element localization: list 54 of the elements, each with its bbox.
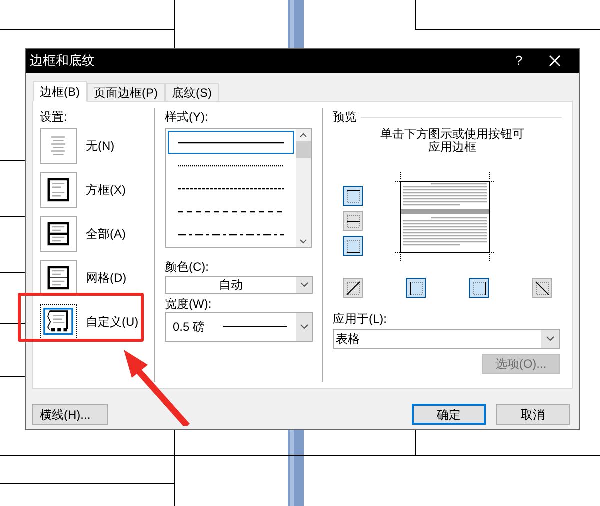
- setting-option[interactable]: [40, 304, 77, 340]
- preview-label: 预览: [333, 110, 357, 124]
- line-style-icon: [178, 188, 284, 190]
- width-label: 宽度(W):: [165, 297, 213, 311]
- border-toggle-button[interactable]: [532, 278, 552, 298]
- chevron-down-icon: [546, 336, 554, 342]
- line-style-icon: [178, 234, 284, 236]
- tab[interactable]: 底纹(S): [165, 83, 219, 101]
- hint-text: 应用边框: [428, 141, 476, 154]
- line-style-icon: [178, 164, 284, 167]
- style-label: 样式(Y):: [165, 110, 210, 124]
- width-dropdown[interactable]: 0.5 磅: [165, 312, 313, 342]
- setting-option[interactable]: [40, 260, 77, 296]
- cancel-button[interactable]: 取消: [496, 404, 570, 425]
- color-dropdown[interactable]: 自动: [165, 276, 313, 294]
- settings-label: 设置:: [40, 110, 68, 124]
- help-button[interactable]: ?: [509, 51, 529, 71]
- border-toggle-button[interactable]: [406, 278, 426, 298]
- border-toggle-button[interactable]: [343, 278, 363, 298]
- line-style-icon: [178, 142, 284, 144]
- window-title: 边框和底纹: [30, 52, 95, 70]
- border-toggle-button[interactable]: [343, 211, 363, 231]
- setting-option[interactable]: [40, 172, 77, 208]
- setting-label: 方框(X): [86, 182, 126, 199]
- width-value: 0.5 磅: [172, 319, 206, 336]
- border-toggle-button[interactable]: [343, 236, 363, 256]
- setting-label: 无(N): [86, 138, 115, 155]
- chevron-down-icon: [300, 324, 308, 330]
- chevron-down-icon: [300, 282, 308, 288]
- tab[interactable]: 边框(B): [33, 81, 87, 102]
- color-label: 颜色(C):: [165, 260, 210, 274]
- line-style-icon: [178, 211, 284, 214]
- setting-label: 网格(D): [86, 270, 127, 287]
- ok-button[interactable]: 确定: [412, 404, 486, 425]
- apply-to-dropdown[interactable]: 表格: [333, 329, 560, 349]
- border-toggle-button[interactable]: [469, 278, 489, 298]
- close-icon[interactable]: [549, 55, 561, 67]
- line-sample-icon: [223, 326, 288, 328]
- apply-to-value: 表格: [335, 331, 361, 348]
- border-line-icon: [533, 279, 551, 297]
- setting-label: 全部(A): [86, 226, 126, 243]
- color-value: 自动: [218, 277, 244, 293]
- line-style-option[interactable]: [168, 131, 294, 154]
- scrollbar[interactable]: [296, 129, 311, 247]
- apply-to-label: 应用于(L):: [333, 312, 388, 326]
- horizontal-line-button[interactable]: 横线(H)...: [32, 404, 108, 425]
- style-list[interactable]: [165, 128, 312, 248]
- scrollbar-thumb[interactable]: [296, 141, 311, 158]
- border-toggle-button[interactable]: [343, 186, 363, 206]
- tab[interactable]: 页面边框(P): [87, 83, 165, 101]
- hint-text: 单击下方图示或使用按钮可: [380, 128, 524, 141]
- setting-label: 自定义(U): [86, 314, 139, 331]
- border-line-icon: [344, 279, 362, 297]
- setting-option[interactable]: [40, 216, 77, 252]
